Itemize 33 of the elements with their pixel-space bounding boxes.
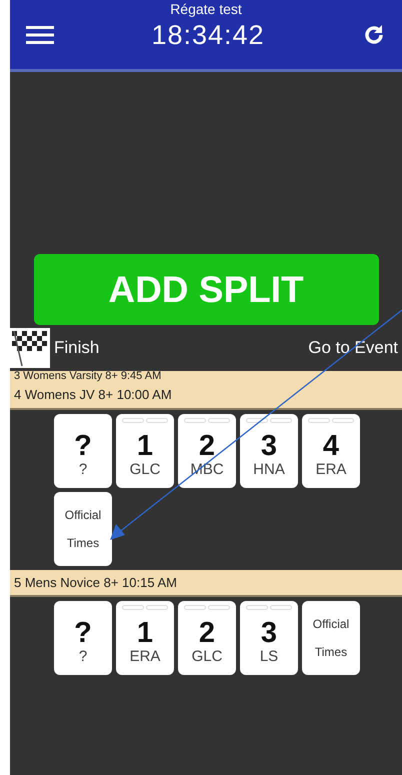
indicator-icon — [208, 605, 230, 610]
indicator-icon — [270, 418, 292, 422]
go-to-event-link[interactable]: Go to Event — [308, 335, 398, 361]
indicator-icon — [246, 605, 268, 610]
finish-button[interactable]: Finish — [54, 335, 100, 361]
indicator-icon — [146, 605, 168, 610]
indicator-icon — [246, 418, 268, 422]
indicator-icon — [122, 418, 144, 422]
event-title: Régate test — [170, 0, 242, 18]
crew-tile[interactable]: 3 LS — [240, 601, 298, 675]
indicator-icon — [184, 605, 206, 610]
indicator-icon — [308, 418, 330, 422]
crew-tile[interactable]: 2 GLC — [178, 601, 236, 675]
clock: 18:34:42 — [151, 19, 265, 52]
indicator-icon — [122, 605, 144, 610]
race-header[interactable]: 5 Mens Novice 8+ 10:15 AM — [10, 570, 402, 597]
crew-tile[interactable]: 4 ERA — [302, 414, 360, 488]
race-header[interactable]: 3 Womens Varsity 8+ 9:45 AM — [10, 371, 402, 382]
menu-icon[interactable] — [26, 25, 54, 45]
crew-tile[interactable]: 1 GLC — [116, 414, 174, 488]
crew-tile[interactable]: 3 HNA — [240, 414, 298, 488]
crew-tile[interactable]: 1 ERA — [116, 601, 174, 675]
official-times-button[interactable]: Official Times — [302, 601, 360, 675]
race-header[interactable]: 4 Womens JV 8+ 10:00 AM — [10, 382, 402, 410]
official-times-button[interactable]: Official Times — [54, 492, 112, 566]
indicator-icon — [146, 418, 168, 422]
unknown-tile[interactable]: ? ? — [54, 601, 112, 675]
indicator-icon — [184, 418, 206, 422]
unknown-tile[interactable]: ? ? — [54, 414, 112, 488]
indicator-icon — [208, 418, 230, 422]
checkered-flag-icon — [10, 328, 50, 368]
indicator-icon — [332, 418, 354, 422]
indicator-icon — [270, 605, 292, 610]
